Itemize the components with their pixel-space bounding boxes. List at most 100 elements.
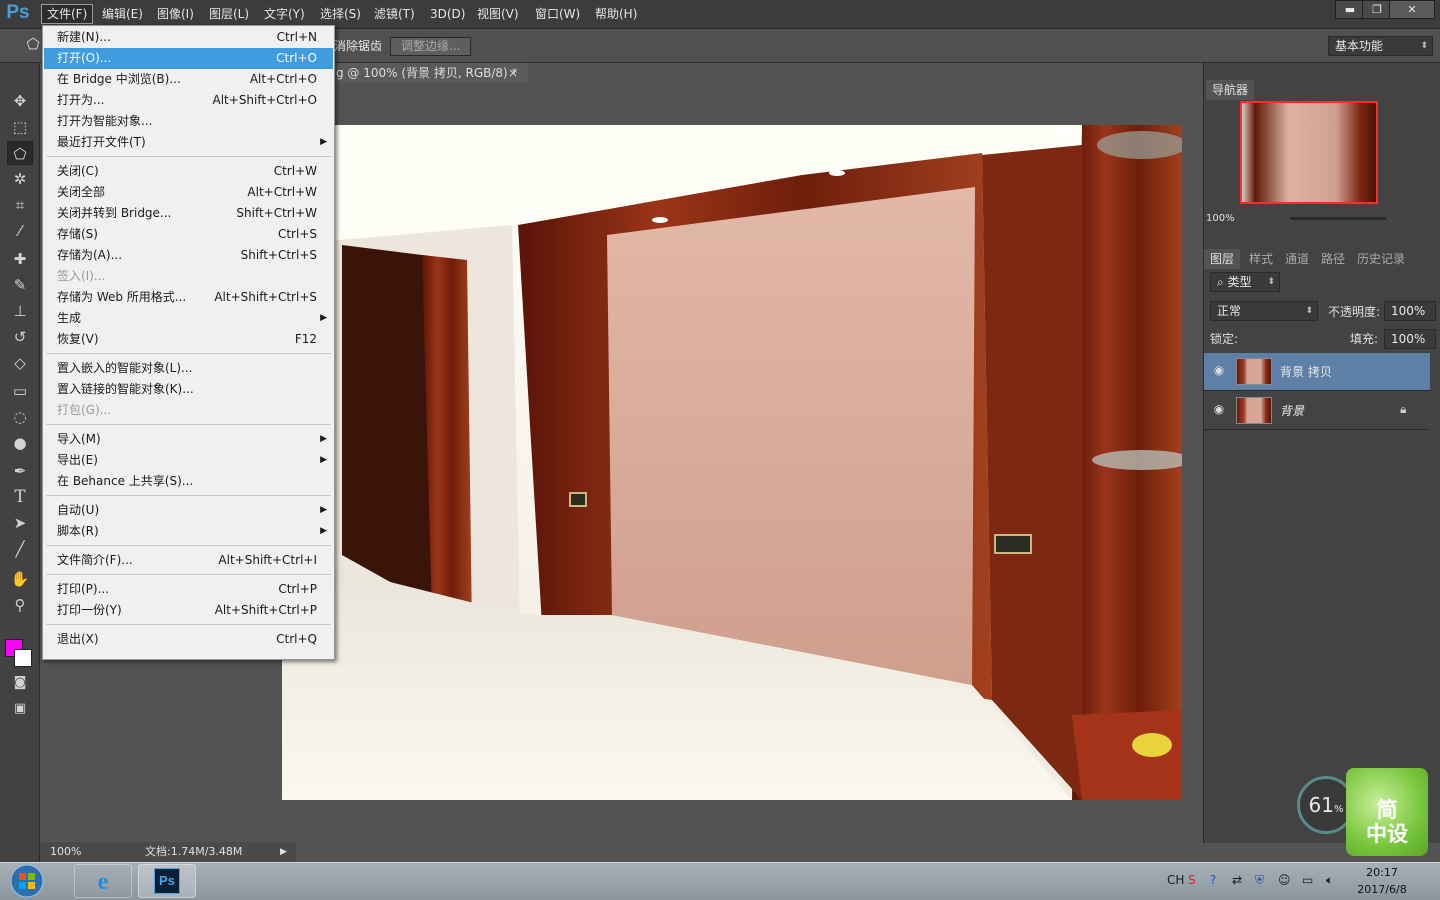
sogou-icon[interactable]: S [1188, 870, 1196, 890]
network-icon[interactable]: ⇄ [1232, 870, 1242, 890]
document-tab[interactable]: g @ 100% (背景 拷贝, RGB/8) * × [334, 63, 528, 83]
tab-history[interactable]: 历史记录 [1357, 249, 1405, 269]
help-icon[interactable]: ? [1210, 870, 1216, 890]
file-menu-item[interactable]: 关闭并转到 Bridge... Shift+Ctrl+W [44, 203, 333, 224]
path-select-icon[interactable]: ➤ [7, 511, 33, 535]
file-menu-item[interactable]: 脚本(R) ▶ [44, 521, 333, 542]
tab-paths[interactable]: 路径 [1321, 249, 1345, 269]
tab-layers[interactable]: 图层 [1204, 249, 1241, 269]
display-icon[interactable]: ▭ [1302, 870, 1313, 890]
file-menu-item[interactable]: 关闭(C) Ctrl+W [44, 161, 333, 182]
line-icon[interactable]: ╱ [7, 537, 33, 561]
lasso-icon[interactable]: ⬠ [22, 35, 44, 57]
file-menu-item[interactable]: 置入嵌入的智能对象(L)... [44, 358, 333, 379]
file-menu-item[interactable]: 退出(X) Ctrl+Q [44, 629, 333, 650]
hand-icon[interactable]: ✋ [7, 567, 33, 591]
close-tab-icon[interactable]: × [508, 63, 518, 83]
qq-icon[interactable]: ☺ [1278, 870, 1291, 890]
photoshop-taskbar-icon[interactable]: Ps [138, 864, 196, 898]
status-arrow-icon[interactable]: ▶ [280, 842, 287, 862]
refine-edge-button[interactable]: 调整边缘... [390, 37, 472, 56]
screen-mode-icon[interactable]: ▣ [7, 697, 33, 721]
file-menu-item[interactable]: 打印(P)... Ctrl+P [44, 579, 333, 600]
quick-mask-icon[interactable]: ◙ [7, 671, 33, 695]
clock[interactable]: 20:17 2017/6/8 [1352, 864, 1412, 898]
blend-mode-select[interactable]: 正常 ⬍ [1210, 301, 1318, 321]
minimize-icon[interactable]: ▬ [1335, 0, 1365, 19]
background-color-swatch[interactable] [14, 649, 32, 667]
healing-icon[interactable]: ✚ [7, 247, 33, 271]
crop-icon[interactable]: ⌗ [7, 193, 33, 217]
magic-wand-icon[interactable]: ✲ [7, 167, 33, 191]
fill-input[interactable]: 100% [1384, 329, 1436, 349]
marquee-icon[interactable]: ⬚ [7, 115, 33, 139]
move-icon[interactable]: ✥ [7, 89, 33, 113]
menu-file[interactable]: 文件(F) [41, 4, 94, 24]
volume-icon[interactable]: 🔈︎ [1326, 870, 1333, 890]
file-menu-item[interactable]: 打开为... Alt+Shift+Ctrl+O [44, 90, 333, 111]
file-menu-item[interactable]: 在 Behance 上共享(S)... [44, 471, 333, 492]
menu-help[interactable]: 帮助(H) [590, 4, 642, 24]
file-menu-item[interactable]: 打开为智能对象... [44, 111, 333, 132]
dodge-icon[interactable]: ● [7, 431, 33, 455]
stamp-icon[interactable]: ⊥ [7, 299, 33, 323]
eye-icon[interactable]: ◉ [1212, 402, 1226, 416]
blur-icon[interactable]: ◌ [7, 405, 33, 429]
file-menu-item[interactable]: 存储为(A)... Shift+Ctrl+S [44, 245, 333, 266]
file-menu-item[interactable]: 文件简介(F)... Alt+Shift+Ctrl+I [44, 550, 333, 571]
gradient-icon[interactable]: ▭ [7, 379, 33, 403]
file-menu-item[interactable]: 自动(U) ▶ [44, 500, 333, 521]
restore-icon[interactable]: ❐ [1362, 0, 1392, 19]
menu-3d[interactable]: 3D(D) [425, 4, 470, 24]
file-menu-item[interactable]: 置入链接的智能对象(K)... [44, 379, 333, 400]
menu-layer[interactable]: 图层(L) [204, 4, 254, 24]
navigator-preview[interactable] [1240, 101, 1378, 204]
layer-row[interactable]: ◉ 背景 🔒︎ [1204, 392, 1430, 430]
shield-icon[interactable]: ⛨ [1255, 870, 1264, 890]
file-menu-item[interactable]: 最近打开文件(T) ▶ [44, 132, 333, 153]
file-menu-item[interactable]: 在 Bridge 中浏览(B)... Alt+Ctrl+O [44, 69, 333, 90]
workspace-select[interactable]: 基本功能 ⬍ [1328, 36, 1433, 56]
menu-image[interactable]: 图像(I) [152, 4, 199, 24]
pen-icon[interactable]: ✒ [7, 459, 33, 483]
navigator-zoom[interactable]: 100% [1206, 213, 1235, 224]
menu-edit[interactable]: 编辑(E) [97, 4, 148, 24]
file-menu-item[interactable]: 关闭全部 Alt+Ctrl+W [44, 182, 333, 203]
language-indicator[interactable]: CH [1167, 870, 1184, 890]
antialias-label[interactable]: 消除锯齿 [334, 37, 383, 56]
navigator-zoom-slider[interactable] [1290, 217, 1386, 220]
brush-icon[interactable]: ✎ [7, 273, 33, 297]
ie-taskbar-icon[interactable]: e [74, 864, 132, 898]
tab-channels[interactable]: 通道 [1285, 249, 1309, 269]
eye-icon[interactable]: ◉ [1212, 363, 1226, 377]
overlay-widget[interactable]: 简 中设 [1346, 768, 1428, 856]
type-icon[interactable]: T [7, 485, 33, 509]
menu-select[interactable]: 选择(S) [315, 4, 366, 24]
layer-row[interactable]: ◉ 背景 拷贝 [1204, 353, 1430, 391]
eraser-icon[interactable]: ◇ [7, 351, 33, 375]
opacity-input[interactable]: 100% [1384, 301, 1436, 321]
start-button[interactable] [6, 862, 48, 900]
document-canvas[interactable] [282, 125, 1182, 800]
menu-filter[interactable]: 滤镜(T) [369, 4, 420, 24]
menu-window[interactable]: 窗口(W) [530, 4, 585, 24]
close-window-icon[interactable]: ✕ [1389, 0, 1435, 19]
file-menu-item[interactable]: 存储为 Web 所用格式... Alt+Shift+Ctrl+S [44, 287, 333, 308]
history-brush-icon[interactable]: ↺ [7, 325, 33, 349]
file-menu-item[interactable]: 导入(M) ▶ [44, 429, 333, 450]
navigator-tab[interactable]: 导航器 [1206, 80, 1255, 100]
file-menu-item[interactable]: 存储(S) Ctrl+S [44, 224, 333, 245]
file-menu-item[interactable]: 打印一份(Y) Alt+Shift+Ctrl+P [44, 600, 333, 621]
menu-view[interactable]: 视图(V) [472, 4, 524, 24]
zoom-icon[interactable]: ⚲ [7, 593, 33, 617]
file-menu-item[interactable]: 生成 ▶ [44, 308, 333, 329]
status-zoom[interactable]: 100% [50, 842, 81, 862]
file-menu-item[interactable]: 导出(E) ▶ [44, 450, 333, 471]
file-menu-item[interactable]: 恢复(V) F12 [44, 329, 333, 350]
layer-filter-select[interactable]: ⌕ 类型 ⬍ [1210, 272, 1280, 292]
file-menu-item[interactable]: 打开(O)... Ctrl+O [44, 48, 333, 69]
eyedropper-icon[interactable]: ⁄ [7, 219, 33, 243]
menu-type[interactable]: 文字(Y) [259, 4, 310, 24]
file-menu-item[interactable]: 新建(N)... Ctrl+N [44, 27, 333, 48]
polygon-lasso-icon[interactable]: ⬠ [7, 141, 33, 165]
